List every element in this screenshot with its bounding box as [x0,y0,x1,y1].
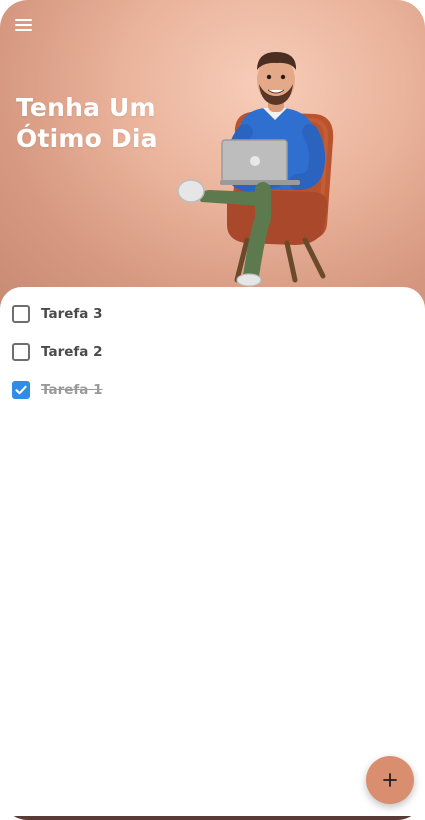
task-item[interactable]: Tarefa 2 [0,337,300,367]
task-list-panel: Tarefa 3 Tarefa 2 Tarefa 1 [0,287,425,820]
man-with-laptop-illustration [177,52,334,287]
bottom-edge [12,816,413,820]
task-checkbox[interactable] [12,343,30,361]
task-label: Tarefa 3 [41,306,103,322]
task-label-completed: Tarefa 1 [41,382,103,398]
menu-button[interactable] [10,12,36,38]
hamburger-menu-icon [14,19,32,21]
checkmark-icon [15,385,27,395]
header-banner: Tenha Um Ótimo Dia [0,0,425,310]
add-task-button[interactable] [366,756,414,804]
task-checkbox-checked[interactable] [12,381,30,399]
task-checkbox[interactable] [12,305,30,323]
plus-icon [383,773,397,787]
task-item[interactable]: Tarefa 3 [0,299,300,329]
task-label: Tarefa 2 [41,344,103,360]
app-screen: Tenha Um Ótimo Dia Tarefa 3 Tarefa 2 Tar… [0,0,425,820]
task-item[interactable]: Tarefa 1 [0,375,300,405]
